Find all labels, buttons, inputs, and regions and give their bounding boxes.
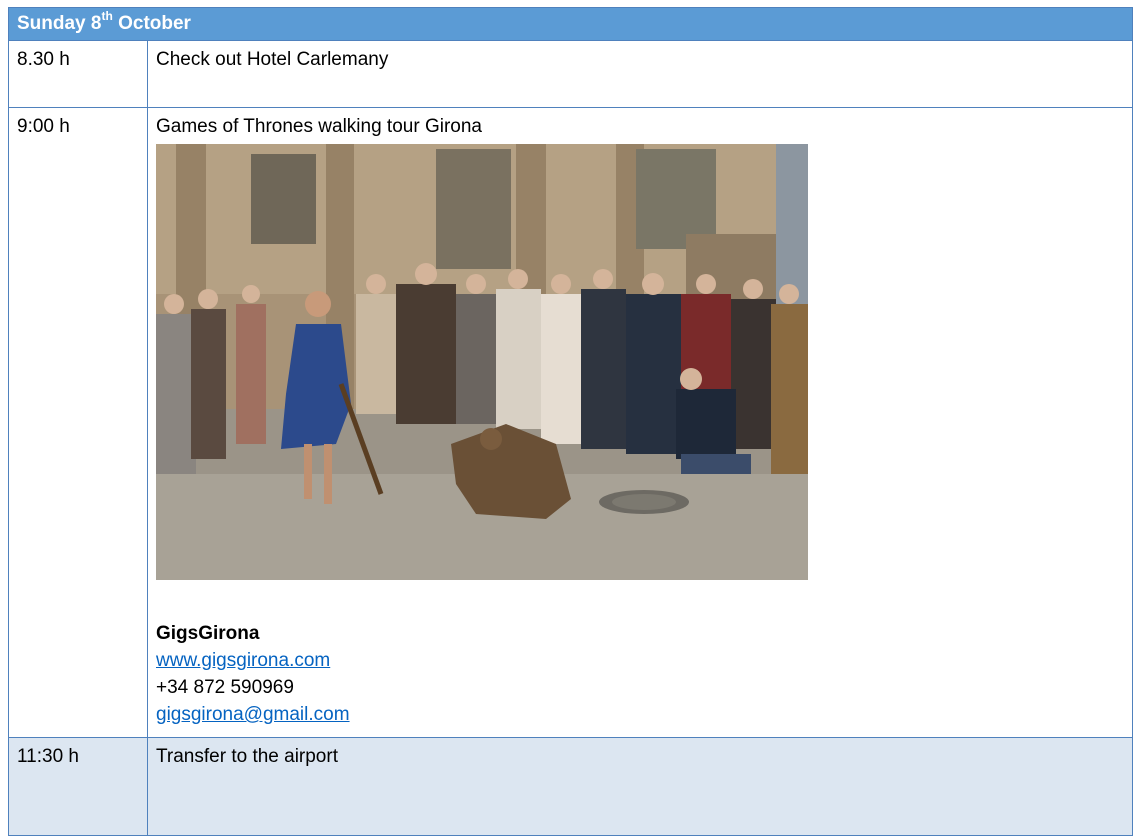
row-time: 11:30 h <box>9 738 148 835</box>
day-header-month: October <box>118 13 191 34</box>
row-time: 9:00 h <box>9 108 148 737</box>
day-header-day: Sunday 8 <box>17 13 102 34</box>
contact-block: GigsGirona www.gigsgirona.com +34 872 59… <box>156 620 1132 728</box>
row-activity: Games of Thrones walking tour Girona <box>156 116 482 137</box>
itinerary-row: 9:00 h Games of Thrones walking tour Gir… <box>9 108 1132 738</box>
itinerary-row: 8.30 h Check out Hotel Carlemany <box>9 41 1132 108</box>
tour-photo <box>156 144 808 580</box>
row-activity: Check out Hotel Carlemany <box>156 49 389 70</box>
day-header-ordinal: th <box>101 8 113 23</box>
contact-phone: +34 872 590969 <box>156 677 294 698</box>
row-content: Games of Thrones walking tour Girona Gig… <box>148 108 1132 737</box>
day-header: Sunday 8th October <box>9 8 1132 41</box>
itinerary-row: 11:30 h Transfer to the airport <box>9 738 1132 835</box>
itinerary-table: Sunday 8th October 8.30 h Check out Hote… <box>8 7 1133 836</box>
row-time: 8.30 h <box>9 41 148 107</box>
email-link[interactable]: gigsgirona@gmail.com <box>156 704 350 725</box>
website-link[interactable]: www.gigsgirona.com <box>156 650 330 671</box>
tour-photo-illustration <box>156 144 808 580</box>
row-activity: Transfer to the airport <box>156 746 338 767</box>
contact-name: GigsGirona <box>156 623 260 644</box>
